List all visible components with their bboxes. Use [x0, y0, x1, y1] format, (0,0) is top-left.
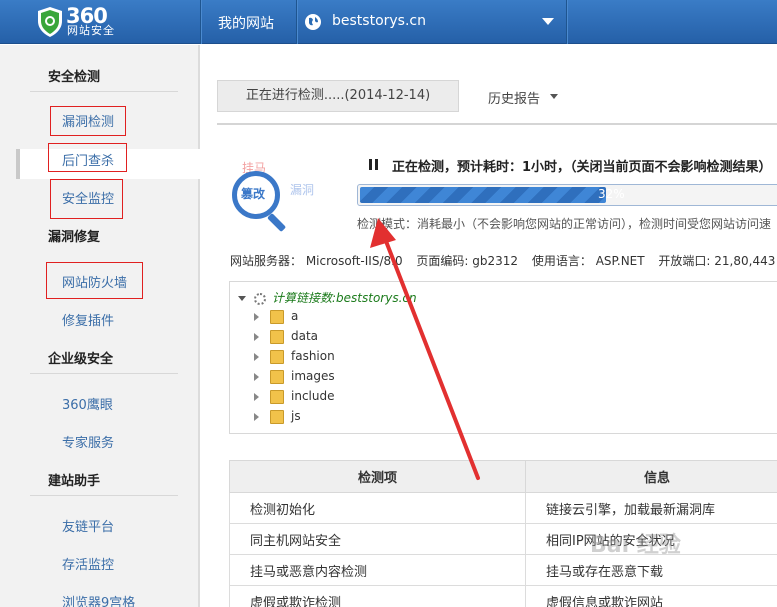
expand-icon[interactable] [254, 333, 259, 341]
folder-name: include [291, 389, 335, 403]
open-ports: 开放端口: 21,80,443 [658, 254, 776, 268]
sidebar-section-title: 建站助手 [48, 474, 101, 489]
expand-icon[interactable] [254, 413, 259, 421]
sidebar-item-repair-plugin[interactable]: 修复插件 [62, 310, 114, 329]
annotation-box [50, 106, 126, 136]
progress-bar: 32% [357, 184, 777, 206]
divider [217, 123, 777, 125]
table-cell: 虚假或欺诈检测 [229, 585, 526, 607]
annotation-box [50, 179, 123, 219]
progress-label: 32% [598, 187, 625, 201]
top-bar: 360 网站安全 我的网站 beststorys.cn [0, 0, 777, 44]
main-panel: 正在进行检测.....(2014-12-14) 历史报告 挂马 漏洞 篡改 正在… [202, 45, 777, 607]
my-site-link[interactable]: 我的网站 [218, 13, 274, 33]
illustration-label: 篡改 [241, 187, 266, 201]
file-tree: 计算链接数:beststorys.cn a data fashion image… [229, 281, 777, 434]
divider [30, 373, 178, 374]
pause-icon[interactable] [369, 159, 378, 170]
table-row: 挂马或恶意内容检测 挂马或存在恶意下载 [229, 554, 777, 586]
scan-status: 正在检测，预计耗时：1小时，（关闭当前页面不会影响检测结果） [392, 160, 772, 175]
column-header: 信息 [525, 460, 777, 493]
server-software: 网站服务器： Microsoft-IIS/8.0 [230, 254, 403, 268]
progress-fill [360, 187, 606, 203]
expand-icon[interactable] [254, 393, 259, 401]
server-language: 使用语言： ASP.NET [531, 254, 645, 268]
table-row: 检测初始化 链接云引擎，加载最新漏洞库 [229, 492, 777, 524]
server-info: 网站服务器： Microsoft-IIS/8.0 页面编码: gb2312 使用… [230, 252, 777, 269]
folder-icon [270, 350, 284, 364]
annotation-box [46, 262, 143, 299]
table-cell: 虚假信息或欺诈网站 [525, 585, 777, 607]
sidebar-item-friend-links[interactable]: 友链平台 [62, 516, 114, 535]
sidebar-section-title: 漏洞修复 [48, 230, 101, 245]
tab-history[interactable]: 历史报告 [488, 88, 540, 107]
divider [200, 0, 201, 44]
sidebar-section-title: 企业级安全 [48, 352, 114, 367]
tree-root[interactable]: 计算链接数:beststorys.cn [238, 289, 417, 306]
sidebar-section-title: 安全检测 [48, 70, 101, 85]
folder-name: data [291, 329, 319, 343]
sidebar-item-expert-service[interactable]: 专家服务 [62, 432, 114, 451]
brand-subtitle: 网站安全 [67, 24, 115, 37]
table-cell: 检测初始化 [229, 492, 526, 524]
scan-illustration: 挂马 漏洞 篡改 [232, 155, 332, 235]
table-row: 虚假或欺诈检测 虚假信息或欺诈网站 [229, 585, 777, 607]
chevron-down-icon[interactable] [238, 296, 246, 301]
loading-icon [254, 292, 266, 305]
table-cell: 同主机网站安全 [229, 523, 526, 555]
divider [296, 0, 297, 44]
sidebar-item-browser-grid[interactable]: 浏览器9宫格 [62, 592, 135, 607]
folder-name: images [291, 369, 335, 383]
folder-icon [270, 310, 284, 324]
logo[interactable]: 360 网站安全 [36, 6, 136, 38]
magnifier-handle [267, 213, 287, 233]
site-selector[interactable]: beststorys.cn [298, 0, 566, 44]
site-domain: beststorys.cn [332, 13, 426, 29]
expand-icon[interactable] [254, 373, 259, 381]
folder-icon [270, 330, 284, 344]
scan-mode: 检测模式：消耗最小（不会影响您网站的正常访问），检测时间受您网站访问速 [357, 217, 772, 231]
divider [30, 495, 178, 496]
folder-icon [270, 410, 284, 424]
sidebar-item-uptime-monitor[interactable]: 存活监控 [62, 554, 114, 573]
annotation-box [48, 143, 127, 172]
chevron-down-icon[interactable] [550, 94, 558, 99]
divider [566, 0, 567, 44]
folder-name: fashion [291, 349, 335, 363]
table-cell: 挂马或恶意内容检测 [229, 554, 526, 586]
tab-current-scan[interactable]: 正在进行检测.....(2014-12-14) [217, 80, 459, 112]
page-encoding: 页面编码: gb2312 [416, 254, 519, 268]
chevron-down-icon[interactable] [542, 18, 554, 25]
illustration-text: 漏洞 [290, 183, 315, 197]
divider [30, 91, 178, 92]
check-table: 检测项 信息 检测初始化 链接云引擎，加载最新漏洞库 同主机网站安全 相同IP网… [229, 460, 777, 607]
table-header-row: 检测项 信息 [229, 460, 777, 493]
brand-name: 360 [66, 4, 108, 28]
expand-icon[interactable] [254, 313, 259, 321]
expand-icon[interactable] [254, 353, 259, 361]
shield-logo-icon [38, 7, 62, 37]
table-cell: 链接云引擎，加载最新漏洞库 [525, 492, 777, 524]
table-row: 同主机网站安全 相同IP网站的安全状况 [229, 523, 777, 555]
folder-name: a [291, 309, 299, 323]
folder-name: js [291, 409, 301, 423]
tree-root-label: 计算链接数:beststorys.cn [272, 291, 417, 305]
watermark: Bai 经验 [590, 533, 681, 558]
globe-icon [305, 14, 321, 30]
column-header: 检测项 [229, 460, 526, 493]
folder-icon [270, 390, 284, 404]
folder-icon [270, 370, 284, 384]
sidebar-item-eagle-eye[interactable]: 360鹰眼 [62, 394, 113, 413]
table-cell: 挂马或存在恶意下载 [525, 554, 777, 586]
